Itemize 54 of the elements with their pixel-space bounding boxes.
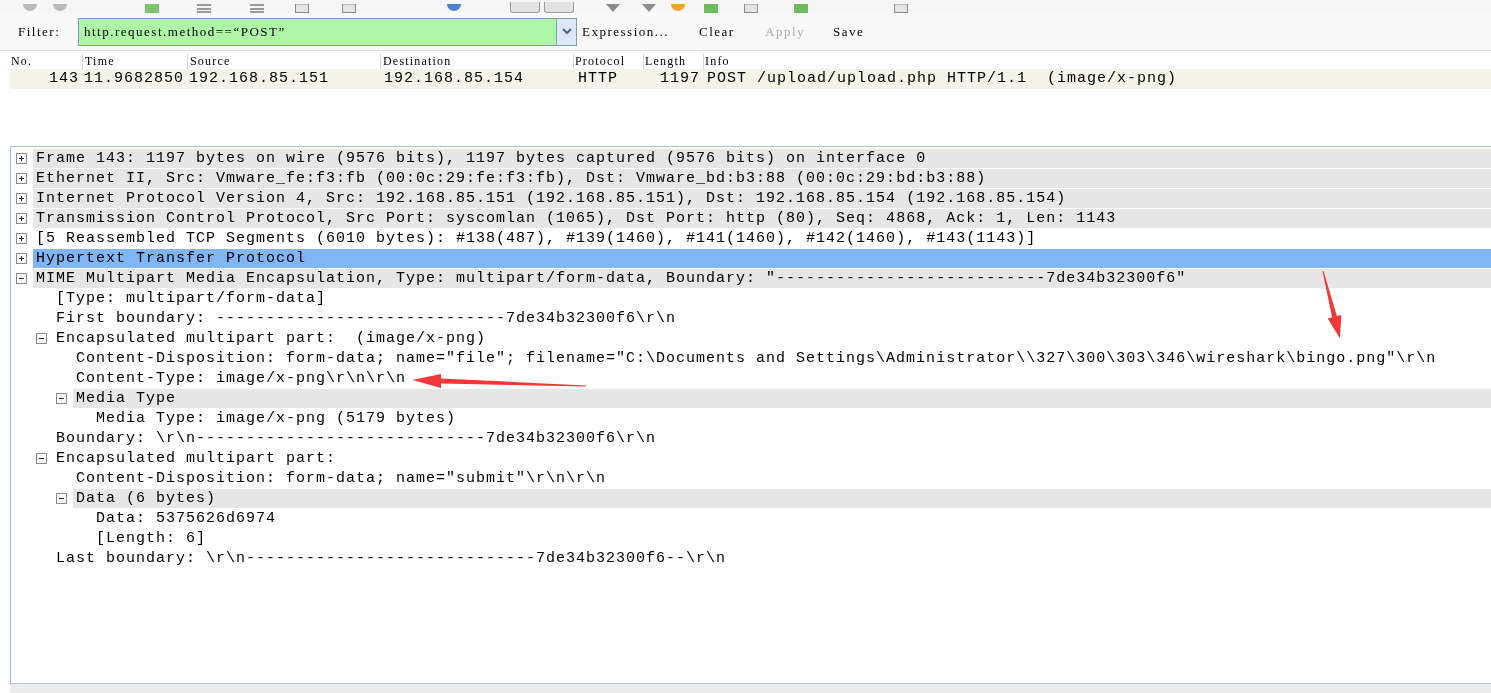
tree-item[interactable]: MIME Multipart Media Encapsulation, Type: multipart/form-data, Boundary: "---------------------------7de34b32300f6" <box>33 268 1491 288</box>
table-cell-text: 192.168.85.154 <box>383 68 526 89</box>
tree-item[interactable]: Data: 5375626d6974 <box>93 508 279 528</box>
toolbar-button[interactable]: Expression... <box>579 20 681 43</box>
tree-item[interactable]: Content-Disposition: form-data; name="file"; filename="C:\Documents and Settings\Administrator\\327\300\303\346\wireshark\bingo.png"\r\n <box>73 348 1439 368</box>
tree-item[interactable]: [Length: 6] <box>93 528 209 548</box>
tree-item[interactable]: Hypertext Transfer Protocol <box>33 248 1491 268</box>
plus-box-icon[interactable] <box>16 252 27 264</box>
minus-box-icon[interactable] <box>36 452 47 464</box>
tree-item[interactable]: Last boundary: \r\n-----------------------------7de34b32300f6--\r\n <box>53 548 729 568</box>
triangle-icon[interactable] <box>606 4 620 13</box>
plus-box-icon[interactable] <box>16 192 27 204</box>
tree-item[interactable]: Media Type: image/x-png (5179 bytes) <box>93 408 459 428</box>
plus-box-icon[interactable] <box>16 212 27 224</box>
filter-label: Filter: <box>18 22 62 41</box>
table-cell-text: 1197 <box>659 68 701 89</box>
tree-item[interactable]: Transmission Control Protocol, Src Port: syscomlan (1065), Dst Port: http (80), Seq: 4868, Ack: 1, Len: 1143 <box>33 208 1491 228</box>
minus-box-icon[interactable] <box>36 332 47 344</box>
table-cell-text: POST /upload/upload.php HTTP/1.1 (image/x-png) <box>706 68 1179 89</box>
minus-box-icon[interactable] <box>56 392 67 404</box>
toggle-button[interactable] <box>510 2 540 13</box>
tree-item[interactable]: [Type: multipart/form-data] <box>53 288 329 308</box>
tree-item[interactable]: Internet Protocol Version 4, Src: 192.168.85.151 (192.168.85.151), Dst: 192.168.85.154 (192.168.85.154) <box>33 188 1491 208</box>
tree-item[interactable]: Encapsulated multipart part: (image/x-png) <box>53 328 489 348</box>
minus-box-icon[interactable] <box>56 492 67 504</box>
tree-item[interactable]: Media Type <box>73 388 1491 408</box>
filter-field[interactable]: http.request.method==“POST” <box>78 17 556 46</box>
dropdown-button[interactable] <box>556 17 577 46</box>
tree-item[interactable]: Data (6 bytes) <box>73 488 1491 508</box>
tree-item[interactable]: Boundary: \r\n-----------------------------7de34b32300f6\r\n <box>53 428 659 448</box>
table-cell-text: 11.9682850 <box>83 68 185 89</box>
packet-row[interactable]: 143 11.9682850 192.168.85.151 192.168.85.154 HTTP 1197 POST /upload/upload.php HTTP/1.1 (image/x-png) <box>10 69 1491 89</box>
tree-item[interactable]: Ethernet II, Src: Vmware_fe:f3:fb (00:0c:29:fe:f3:fb), Dst: Vmware_bd:b3:88 (00:0c:29:bd:b3:88) <box>33 168 1491 188</box>
table-cell-text: 143 <box>48 68 80 89</box>
triangle-icon[interactable] <box>642 4 656 13</box>
toggle-button[interactable] <box>544 2 574 13</box>
toolbar-button[interactable]: Clear <box>696 20 740 43</box>
minus-box-icon[interactable] <box>16 272 27 284</box>
tree-item[interactable]: Frame 143: 1197 bytes on wire (9576 bits), 1197 bytes captured (9576 bits) on interface 0 <box>33 148 1491 168</box>
tree-item[interactable]: First boundary: -----------------------------7de34b32300f6\r\n <box>53 308 679 328</box>
column-header[interactable]: No. <box>10 54 82 69</box>
table-cell-text: HTTP <box>577 68 619 89</box>
tree-item[interactable]: Content-Type: image/x-png\r\n\r\n <box>73 368 409 388</box>
tree-item[interactable]: Encapsulated multipart part: <box>53 448 339 468</box>
tree-item[interactable]: Content-Disposition: form-data; name="submit"\r\n\r\n <box>73 468 609 488</box>
plus-box-icon[interactable] <box>16 232 27 244</box>
plus-box-icon[interactable] <box>16 152 27 164</box>
toolbar-button[interactable]: Save <box>830 20 870 43</box>
plus-box-icon[interactable] <box>16 172 27 184</box>
tree-item[interactable]: [5 Reassembled TCP Segments (6010 bytes): #138(487), #139(1460), #141(1460), #142(1460), #143(1143)] <box>33 228 1039 248</box>
table-cell-text: 192.168.85.151 <box>188 68 331 89</box>
bars-icon[interactable] <box>250 4 264 13</box>
chevron-down-icon <box>561 28 572 35</box>
bars-icon[interactable] <box>197 4 211 13</box>
